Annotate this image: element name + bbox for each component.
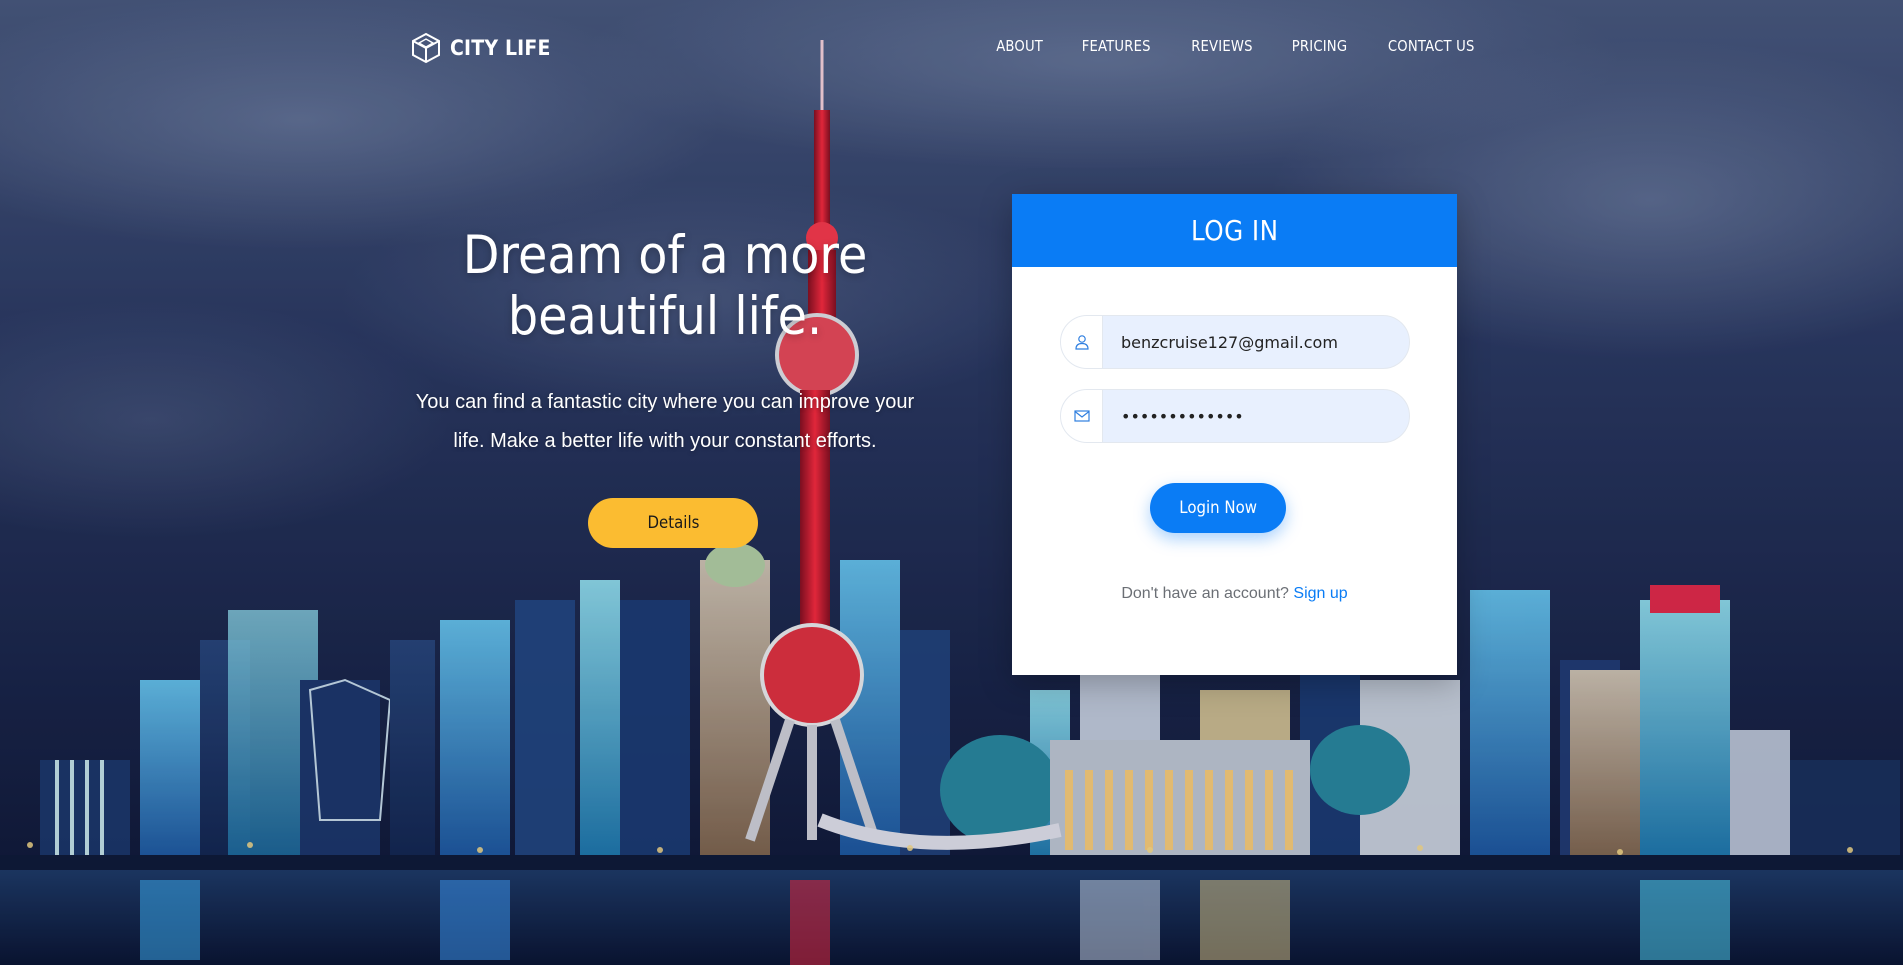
login-header: LOG IN: [1012, 194, 1457, 267]
details-button-label: Details: [647, 513, 699, 533]
signup-prompt-text: Don't have an account?: [1121, 585, 1289, 602]
signup-prompt: Don't have an account? Sign up: [1012, 585, 1457, 603]
login-now-button[interactable]: Login Now: [1150, 483, 1286, 533]
password-field-wrapper: [1060, 389, 1410, 443]
nav-link-reviews[interactable]: REVIEWS: [1191, 37, 1252, 55]
nav-link-pricing[interactable]: PRICING: [1291, 37, 1346, 55]
cube-logo-icon: [410, 32, 442, 64]
email-field-wrapper: [1060, 315, 1410, 369]
nav-item-reviews: REVIEWS: [1187, 37, 1257, 56]
password-input[interactable]: [1103, 390, 1409, 442]
city-skyline-background: [0, 0, 1903, 965]
nav-link-contact[interactable]: CONTACT US: [1387, 37, 1474, 55]
main-nav: ABOUT FEATURES REVIEWS PRICING CONTACT U…: [993, 37, 1480, 56]
signup-link[interactable]: Sign up: [1293, 585, 1347, 602]
envelope-icon: [1061, 390, 1103, 442]
nav-item-about: ABOUT: [993, 37, 1046, 56]
hero-title-line-2: beautiful life.: [507, 286, 823, 347]
hero-subtitle-line-1: You can find a fantastic city where you …: [415, 391, 915, 413]
hero-title: Dream of a more beautiful life.: [409, 225, 922, 347]
email-input[interactable]: [1103, 316, 1409, 368]
top-navbar: CITY LIFE ABOUT FEATURES REVIEWS PRICING…: [0, 0, 1903, 96]
details-button[interactable]: Details: [588, 498, 758, 548]
hero-subtitle: You can find a fantastic city where you …: [380, 383, 950, 461]
nav-link-about[interactable]: ABOUT: [996, 37, 1043, 55]
nav-item-features: FEATURES: [1077, 37, 1155, 56]
brand-name: CITY LIFE: [450, 36, 551, 60]
hero-subtitle-line-2: life. Make a better life with your const…: [453, 430, 877, 452]
user-icon: [1061, 316, 1103, 368]
hero-section: Dream of a more beautiful life. You can …: [380, 225, 950, 461]
nav-link-features[interactable]: FEATURES: [1082, 37, 1151, 55]
login-now-button-label: Login Now: [1179, 498, 1257, 518]
login-title: LOG IN: [1190, 214, 1279, 247]
brand-logo-link[interactable]: CITY LIFE: [410, 31, 562, 65]
login-card: LOG IN Login Now Don't have an account? …: [1012, 194, 1457, 675]
nav-item-contact: CONTACT US: [1382, 37, 1480, 56]
hero-title-line-1: Dream of a more: [462, 225, 868, 286]
nav-item-pricing: PRICING: [1288, 37, 1351, 56]
